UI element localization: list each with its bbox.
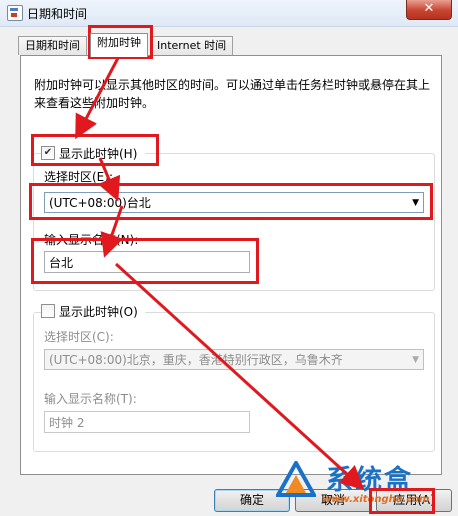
dropdown-arrow-icon: ▼ (412, 198, 419, 208)
clock2-timezone-select[interactable]: (UTC+08:00)北京，重庆，香港特别行政区，乌鲁木齐 ▼ (44, 349, 424, 370)
watermark-url: www.xitonghe.com (322, 494, 430, 505)
clock1-name-input[interactable]: 台北 (44, 251, 250, 273)
window-title: 日期和时间 (27, 7, 88, 21)
close-button[interactable]: ✕ (406, 0, 452, 20)
calendar-clock-icon (7, 5, 23, 21)
clock2-timezone-label: 选择时区(C): (44, 330, 114, 344)
clock1-name-label: 输入显示名称(N): (44, 233, 139, 247)
watermark-brand: 系统盒 (326, 465, 413, 496)
clock2-name-label: 输入显示名称(T): (44, 392, 137, 406)
clock1-checkbox-label: 显示此时钟(H) (59, 147, 138, 161)
clock2-checkbox-label: 显示此时钟(O) (59, 305, 138, 319)
tab-additional-clocks[interactable]: 附加时钟 (90, 33, 148, 57)
clock1-timezone-value: (UTC+08:00)台北 (49, 196, 151, 210)
clock2-timezone-value: (UTC+08:00)北京，重庆，香港特别行政区，乌鲁木齐 (49, 353, 343, 367)
clock1-checkbox-row[interactable]: ✔ 显示此时钟(H) (41, 145, 145, 161)
tab-pane: 附加时钟可以显示其他时区的时间。可以通过单击任务栏时钟或悬停在其上来查看这些附加… (20, 55, 442, 475)
tab-internet-time[interactable]: Internet 时间 (150, 36, 234, 55)
watermark-logo-icon (276, 461, 316, 497)
description-text: 附加时钟可以显示其他时区的时间。可以通过单击任务栏时钟或悬停在其上来查看这些附加… (34, 78, 431, 110)
clock1-timezone-select[interactable]: (UTC+08:00)台北 ▼ (44, 192, 424, 213)
dropdown-arrow-icon: ▼ (412, 355, 419, 365)
clock1-checkbox[interactable]: ✔ (41, 146, 55, 160)
clock2-checkbox[interactable] (41, 304, 55, 318)
tab-strip: 日期和时间 附加时钟 Internet 时间 (0, 26, 458, 57)
clock2-checkbox-row[interactable]: 显示此时钟(O) (41, 303, 145, 319)
clock2-name-input[interactable]: 时钟 2 (44, 411, 250, 433)
title-bar: 日期和时间 ✕ (0, 0, 458, 27)
clock1-timezone-label: 选择时区(E): (44, 170, 113, 184)
tab-date-time[interactable]: 日期和时间 (18, 36, 87, 55)
